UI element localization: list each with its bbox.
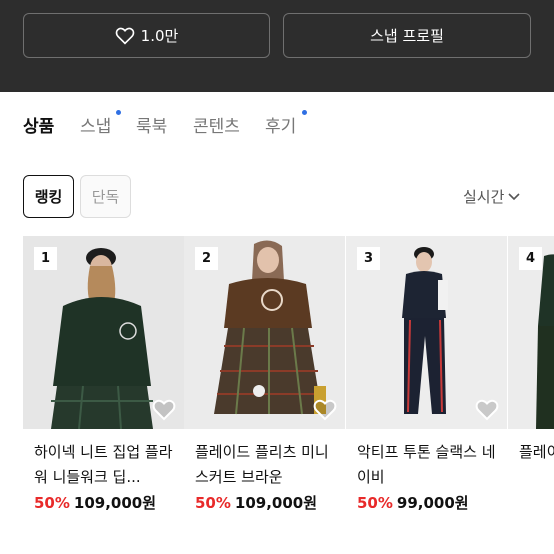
product-title: 플레이 니 스 (519, 443, 554, 461)
product-title: 하이넥 니트 집업 플라워 니들워크 딥... (34, 443, 173, 486)
sort-dropdown[interactable]: 실시간 (463, 186, 520, 207)
product-price: 109,000원 (73, 494, 157, 512)
like-button[interactable]: 1.0만 (23, 13, 270, 58)
discount-rate: 50% (357, 494, 393, 512)
tab-contents[interactable]: 콘텐츠 (193, 112, 240, 137)
rank-badge: 4 (519, 247, 542, 270)
heart-outline-icon (115, 27, 134, 45)
content-tabs: 상품 스냅 룩북 콘텐츠 후기 (0, 106, 554, 142)
discount-rate: 50% (34, 494, 70, 512)
product-price-row: 50% 99,000원 (346, 492, 507, 513)
product-price: 99,000원 (396, 494, 469, 512)
ranking-chip[interactable]: 랭킹 (23, 175, 74, 218)
profile-action-bar: 1.0만 스냅 프로필 (0, 0, 554, 92)
tab-products[interactable]: 상품 (23, 112, 54, 137)
wishlist-heart-icon[interactable] (475, 399, 499, 421)
tab-snap[interactable]: 스냅 (80, 112, 111, 137)
new-indicator-dot (302, 110, 307, 115)
product-image: 2 (184, 236, 345, 429)
product-card[interactable]: 4 플레이 니 스 (508, 236, 554, 490)
tab-lookbook[interactable]: 룩북 (136, 112, 167, 137)
wishlist-heart-icon[interactable] (152, 399, 176, 421)
product-price: 109,000원 (234, 494, 318, 512)
product-image: 1 (23, 236, 184, 429)
rank-badge: 3 (357, 247, 380, 270)
product-image: 4 (508, 236, 554, 429)
new-indicator-dot (116, 110, 121, 115)
rank-badge: 1 (34, 247, 57, 270)
sort-label: 실시간 (463, 188, 505, 206)
wishlist-heart-icon[interactable] (313, 399, 337, 421)
product-price-row: 50% 109,000원 (184, 492, 345, 513)
snap-profile-label: 스냅 프로필 (370, 27, 444, 45)
chevron-down-icon (508, 192, 520, 200)
product-title: 플레이드 플리츠 미니 스커트 브라운 (195, 443, 329, 486)
product-title: 악티프 투톤 슬랙스 네이비 (357, 443, 496, 486)
product-card[interactable]: 3 악티프 투톤 슬랙스 네이비 50% 99,000원 (346, 236, 507, 513)
tab-reviews[interactable]: 후기 (265, 112, 296, 137)
product-image: 3 (346, 236, 507, 429)
rank-badge: 2 (195, 247, 218, 270)
like-count: 1.0만 (140, 27, 179, 45)
discount-rate: 50% (195, 494, 231, 512)
product-card[interactable]: 2 플레이드 플리츠 미니 스커트 브라운 50% 109,000원 (184, 236, 345, 513)
snap-profile-button[interactable]: 스냅 프로필 (283, 13, 531, 58)
exclusive-chip[interactable]: 단독 (80, 175, 131, 218)
product-price-row: 50% 109,000원 (23, 492, 184, 513)
product-card[interactable]: 1 하이넥 니트 집업 플라워 니들워크 딥... 50% 109,000원 (23, 236, 184, 513)
